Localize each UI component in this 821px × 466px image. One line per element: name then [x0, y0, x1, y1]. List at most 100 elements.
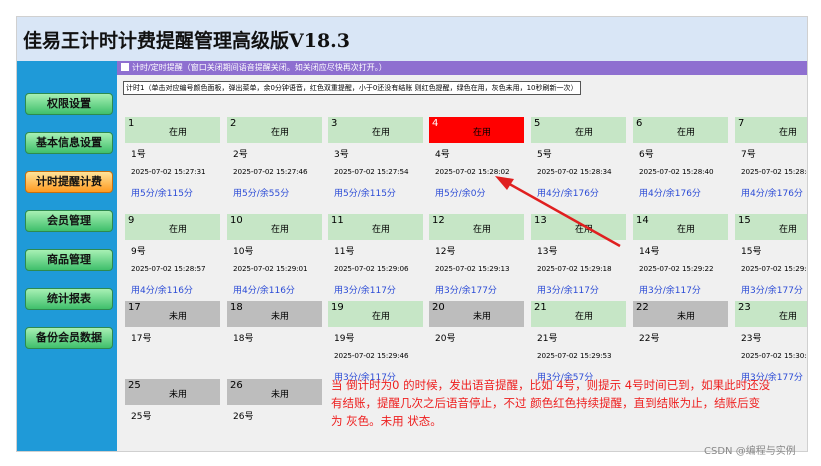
station-tile[interactable]: 13 在用 13号 2025-07-02 15:29:18 用3分/余117分 [531, 214, 629, 302]
tile-header[interactable]: 13 在用 [531, 214, 626, 240]
tile-status: 在用 [677, 225, 696, 235]
tile-start-time: 2025-07-02 15:29:22 [639, 264, 714, 273]
tile-start-time: 2025-07-02 15:27:46 [233, 167, 308, 176]
tile-header[interactable]: 22 未用 [633, 301, 728, 327]
station-tile[interactable]: 18 未用 18号 [227, 301, 325, 389]
tile-header[interactable]: 23 在用 [735, 301, 807, 327]
tile-header[interactable]: 19 在用 [328, 301, 423, 327]
tile-header[interactable]: 2 在用 [227, 117, 322, 143]
tile-header[interactable]: 1 在用 [125, 117, 220, 143]
sidebar-item-backup[interactable]: 备份会员数据 [25, 327, 113, 349]
tile-header[interactable]: 6 在用 [633, 117, 728, 143]
tile-header[interactable]: 12 在用 [429, 214, 524, 240]
tile-status: 在用 [779, 128, 798, 138]
tile-name: 13号 [537, 247, 558, 257]
tile-status: 在用 [575, 225, 594, 235]
sidebar-item-permissions[interactable]: 权限设置 [25, 93, 113, 115]
panel-header: 计时/定时提醒（窗口关闭期间语音提醒关闭。如关闭应尽快再次打开。） [117, 61, 807, 75]
tile-start-time: 2025-07-02 15:29:26 [741, 264, 807, 273]
tile-header[interactable]: 17 未用 [125, 301, 220, 327]
sidebar-item-reports[interactable]: 统计报表 [25, 288, 113, 310]
tile-name: 10号 [233, 247, 254, 257]
station-tile[interactable]: 7 在用 7号 2025-07-02 15:28:46 用4分/余176分 [735, 117, 807, 205]
tile-status: 在用 [169, 128, 188, 138]
tile-usage: 用4分/余116分 [233, 286, 295, 296]
station-tile[interactable]: 25 未用 25号 [125, 379, 223, 451]
tile-usage: 用4分/余176分 [639, 189, 701, 199]
tile-number: 13 [534, 215, 547, 226]
station-tile[interactable]: 11 在用 11号 2025-07-02 15:29:06 用3分/余117分 [328, 214, 426, 302]
tile-status: 在用 [169, 225, 188, 235]
station-tile[interactable]: 6 在用 6号 2025-07-02 15:28:40 用4分/余176分 [633, 117, 731, 205]
station-tile[interactable]: 3 在用 3号 2025-07-02 15:27:54 用5分/余115分 [328, 117, 426, 205]
station-tile[interactable]: 26 未用 26号 [227, 379, 325, 451]
app-title: 佳易王计时计费提醒管理高级版V18.3 [23, 30, 351, 52]
tile-start-time: 2025-07-02 15:29:18 [537, 264, 612, 273]
tile-header[interactable]: 14 在用 [633, 214, 728, 240]
station-tile[interactable]: 9 在用 9号 2025-07-02 15:28:57 用4分/余116分 [125, 214, 223, 302]
tile-status: 在用 [372, 312, 391, 322]
tile-number: 9 [128, 215, 135, 226]
tile-number: 2 [230, 118, 237, 129]
tile-number: 6 [636, 118, 643, 129]
tile-start-time: 2025-07-02 15:29:53 [537, 351, 612, 360]
station-tile[interactable]: 4 在用 4号 2025-07-02 15:28:02 用5分/余0分 [429, 117, 527, 205]
tile-name: 7号 [741, 150, 756, 160]
station-tile[interactable]: 5 在用 5号 2025-07-02 15:28:34 用4分/余176分 [531, 117, 629, 205]
sidebar-item-timing-billing[interactable]: 计时提醒计费 [25, 171, 113, 193]
tile-name: 11号 [334, 247, 355, 257]
tile-usage: 用3分/余177分 [741, 286, 803, 296]
tile-header[interactable]: 15 在用 [735, 214, 807, 240]
tile-number: 18 [230, 302, 243, 313]
tile-header[interactable]: 20 未用 [429, 301, 524, 327]
tile-number: 4 [432, 118, 439, 129]
station-tile[interactable]: 1 在用 1号 2025-07-02 15:27:31 用5分/余115分 [125, 117, 223, 205]
tile-name: 9号 [131, 247, 146, 257]
tile-start-time: 2025-07-02 15:28:34 [537, 167, 612, 176]
tile-status: 在用 [372, 128, 391, 138]
tile-name: 12号 [435, 247, 456, 257]
title-bar: 佳易王计时计费提醒管理高级版V18.3 [17, 17, 807, 61]
tile-number: 20 [432, 302, 445, 313]
station-tile[interactable]: 17 未用 17号 [125, 301, 223, 389]
sidebar-item-members[interactable]: 会员管理 [25, 210, 113, 232]
tile-header[interactable]: 11 在用 [328, 214, 423, 240]
panel-header-text: 计时/定时提醒（窗口关闭期间语音提醒关闭。如关闭应尽快再次打开。） [132, 63, 387, 72]
sidebar-item-products[interactable]: 商品管理 [25, 249, 113, 271]
station-tile[interactable]: 14 在用 14号 2025-07-02 15:29:22 用3分/余117分 [633, 214, 731, 302]
tile-header[interactable]: 5 在用 [531, 117, 626, 143]
tile-header[interactable]: 25 未用 [125, 379, 220, 405]
tile-header[interactable]: 3 在用 [328, 117, 423, 143]
tile-status: 未用 [271, 390, 290, 400]
annotation-text: 当 倒计时为0 的时候，发出语音提醒，比如 4号，则提示 4号时间已到，如果此时… [331, 378, 771, 428]
station-tile[interactable]: 2 在用 2号 2025-07-02 15:27:46 用5分/余55分 [227, 117, 325, 205]
station-tile[interactable]: 12 在用 12号 2025-07-02 15:29:13 用3分/余177分 [429, 214, 527, 302]
tile-header[interactable]: 9 在用 [125, 214, 220, 240]
tile-header[interactable]: 21 在用 [531, 301, 626, 327]
tile-status: 未用 [169, 312, 188, 322]
tile-name: 2号 [233, 150, 248, 160]
station-tile[interactable]: 10 在用 10号 2025-07-02 15:29:01 用4分/余116分 [227, 214, 325, 302]
tile-header[interactable]: 10 在用 [227, 214, 322, 240]
sidebar-item-basic-settings[interactable]: 基本信息设置 [25, 132, 113, 154]
tile-start-time: 2025-07-02 15:28:57 [131, 264, 206, 273]
tile-name: 14号 [639, 247, 660, 257]
tile-name: 23号 [741, 334, 762, 344]
tile-number: 1 [128, 118, 135, 129]
tile-usage: 用4分/余176分 [741, 189, 803, 199]
tile-status: 未用 [473, 312, 492, 322]
tile-start-time: 2025-07-02 15:30:01 [741, 351, 807, 360]
tile-usage: 用3分/余117分 [639, 286, 701, 296]
info-bar: 计时1（单击对应编号颜色面板，弹出菜单，余0分钟语音，红色双重提醒，小于0还没有… [123, 81, 581, 95]
tile-start-time: 2025-07-02 15:29:06 [334, 264, 409, 273]
tile-name: 26号 [233, 412, 254, 422]
station-tile[interactable]: 15 在用 15号 2025-07-02 15:29:26 用3分/余177分 [735, 214, 807, 302]
tile-header[interactable]: 26 未用 [227, 379, 322, 405]
window-icon [121, 63, 129, 71]
tile-start-time: 2025-07-02 15:28:46 [741, 167, 807, 176]
tile-header[interactable]: 4 在用 [429, 117, 524, 143]
tile-name: 3号 [334, 150, 349, 160]
tile-header[interactable]: 18 未用 [227, 301, 322, 327]
tile-start-time: 2025-07-02 15:29:46 [334, 351, 409, 360]
tile-header[interactable]: 7 在用 [735, 117, 807, 143]
